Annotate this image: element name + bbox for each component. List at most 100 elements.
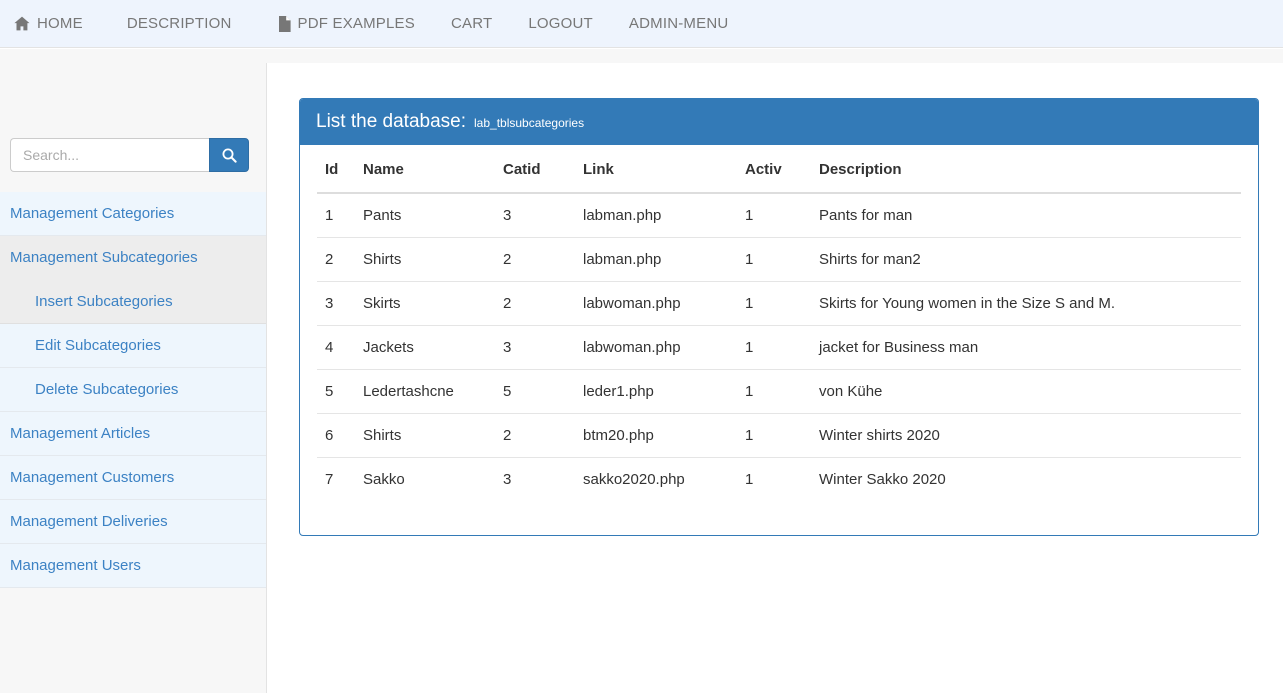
cell-activ: 1 bbox=[745, 207, 754, 224]
cell-link: sakko2020.php bbox=[575, 457, 737, 501]
table-header-row: Id Name Catid Link Activ Description bbox=[317, 145, 1241, 194]
sidebar-item-label: Insert Subcategories bbox=[35, 293, 173, 310]
sidebar-item-management-users[interactable]: Management Users bbox=[0, 544, 266, 588]
nav-item-admin-menu-label: ADMIN-MENU bbox=[628, 14, 729, 32]
cell-id: 4 bbox=[317, 325, 355, 370]
cell-link: btm20.php bbox=[575, 413, 737, 458]
cell-link: labman.php bbox=[575, 237, 737, 282]
sidebar-item-label: Edit Subcategories bbox=[35, 337, 161, 354]
cell-link: labwoman.php bbox=[575, 325, 737, 370]
cell-link: labman.php bbox=[583, 207, 662, 224]
sidebar-item-label: Management Customers bbox=[10, 469, 175, 486]
search-group bbox=[10, 138, 256, 172]
search-input[interactable] bbox=[10, 138, 209, 172]
sidebar-item-management-subcategories[interactable]: Management Subcategories bbox=[0, 236, 266, 280]
header-divider-band bbox=[0, 49, 1283, 63]
cell-id: 6 bbox=[317, 413, 355, 458]
cell-catid: 3 bbox=[495, 325, 575, 370]
cell-description: Shirts for man2 bbox=[811, 237, 1241, 282]
home-icon bbox=[14, 16, 30, 31]
cell-description: Winter Sakko 2020 bbox=[811, 457, 1241, 501]
search-icon bbox=[222, 148, 237, 163]
sidebar: Management Categories Management Subcate… bbox=[0, 63, 267, 693]
sidebar-item-label: Delete Subcategories bbox=[35, 381, 179, 398]
table-row: 4 Jackets 3 labwoman.php 1 jacket for Bu… bbox=[317, 325, 1241, 370]
nav-item-logout[interactable]: LOGOUT bbox=[516, 0, 605, 48]
column-header-description: Description bbox=[811, 145, 1241, 194]
cell-activ: 1 bbox=[737, 369, 811, 414]
table-row: 1 Pants 3 labman.php 1 Pants for man bbox=[317, 193, 1241, 238]
cell-description: Winter shirts 2020 bbox=[811, 413, 1241, 458]
cell-id: 2 bbox=[317, 237, 355, 282]
cell-activ: 1 bbox=[737, 325, 811, 370]
cell-id: 7 bbox=[317, 457, 355, 501]
table-body: 1 Pants 3 labman.php 1 Pants for man 2 S… bbox=[317, 193, 1241, 501]
column-header-link: Link bbox=[575, 145, 737, 194]
cell-description: jacket for Business man bbox=[811, 325, 1241, 370]
cell-name: Jackets bbox=[355, 325, 495, 370]
cell-name: Shirts bbox=[355, 237, 495, 282]
sidebar-item-label: Management Articles bbox=[10, 425, 151, 442]
cell-catid: 2 bbox=[495, 413, 575, 458]
sidebar-item-label: Management Deliveries bbox=[10, 513, 168, 530]
table-header: Id Name Catid Link Activ Description bbox=[317, 145, 1241, 194]
cell-name: Ledertashcne bbox=[355, 369, 495, 414]
sidebar-item-management-customers[interactable]: Management Customers bbox=[0, 456, 266, 500]
sidebar-item-label: Management Users bbox=[10, 557, 141, 574]
cell-catid: 2 bbox=[495, 237, 575, 282]
nav-item-cart[interactable]: CART bbox=[439, 0, 504, 48]
sidebar-item-delete-subcategories[interactable]: Delete Subcategories bbox=[0, 368, 266, 412]
cell-activ: 1 bbox=[737, 281, 811, 326]
search-button[interactable] bbox=[209, 138, 249, 172]
cell-catid: 3 bbox=[495, 457, 575, 501]
nav-item-description-label: DESCRIPTION bbox=[126, 14, 232, 32]
cell-activ: 1 bbox=[737, 413, 811, 458]
table-row: 6 Shirts 2 btm20.php 1 Winter shirts 202… bbox=[317, 413, 1241, 458]
cell-catid: 3 bbox=[503, 207, 512, 224]
cell-name: Sakko bbox=[355, 457, 495, 501]
cell-name: Pants bbox=[363, 207, 402, 224]
cell-activ: 1 bbox=[737, 237, 811, 282]
nav-item-admin-menu[interactable]: ADMIN-MENU bbox=[617, 0, 741, 48]
cell-description: Skirts for Young women in the Size S and… bbox=[811, 281, 1241, 326]
panel-body: Id Name Catid Link Activ Description 1 P… bbox=[300, 145, 1258, 535]
sidebar-item-insert-subcategories[interactable]: Insert Subcategories bbox=[0, 280, 266, 324]
nav-item-pdf-examples[interactable]: PDF EXAMPLES bbox=[266, 0, 427, 48]
top-navbar: HOME DESCRIPTION PDF EXAMPLES CART LOGOU… bbox=[0, 0, 1283, 48]
panel-table-name: lab_tblsubcategories bbox=[474, 116, 585, 130]
sidebar-item-label: Management Subcategories bbox=[10, 249, 198, 266]
table-row: 2 Shirts 2 labman.php 1 Shirts for man2 bbox=[317, 237, 1241, 282]
cell-activ: 1 bbox=[737, 457, 811, 501]
nav-item-logout-label: LOGOUT bbox=[528, 14, 593, 32]
cell-link: leder1.php bbox=[575, 369, 737, 414]
panel-title: List the database: bbox=[316, 111, 466, 132]
sidebar-item-edit-subcategories[interactable]: Edit Subcategories bbox=[0, 324, 266, 368]
column-header-catid: Catid bbox=[495, 145, 575, 194]
subcategories-table: Id Name Catid Link Activ Description 1 P… bbox=[317, 145, 1241, 501]
nav-item-home-label: HOME bbox=[37, 14, 83, 32]
table-row: 3 Skirts 2 labwoman.php 1 Skirts for You… bbox=[317, 281, 1241, 326]
sidebar-item-management-articles[interactable]: Management Articles bbox=[0, 412, 266, 456]
sidebar-item-label: Management Categories bbox=[10, 205, 175, 222]
table-row: 5 Ledertashcne 5 leder1.php 1 von Kühe bbox=[317, 369, 1241, 414]
table-row: 7 Sakko 3 sakko2020.php 1 Winter Sakko 2… bbox=[317, 457, 1241, 501]
column-header-activ: Activ bbox=[737, 145, 811, 194]
cell-name: Shirts bbox=[355, 413, 495, 458]
cell-id: 3 bbox=[317, 281, 355, 326]
cell-catid: 2 bbox=[495, 281, 575, 326]
cell-catid: 5 bbox=[495, 369, 575, 414]
sidebar-item-management-categories[interactable]: Management Categories bbox=[0, 192, 266, 236]
nav-item-home[interactable]: HOME bbox=[2, 0, 95, 48]
cell-description: Pants for man bbox=[819, 207, 913, 224]
cell-description: von Kühe bbox=[811, 369, 1241, 414]
file-icon bbox=[278, 15, 291, 32]
column-header-name: Name bbox=[355, 145, 495, 194]
cell-link: labwoman.php bbox=[575, 281, 737, 326]
sidebar-nav-list: Management Categories Management Subcate… bbox=[0, 192, 266, 588]
sidebar-item-management-deliveries[interactable]: Management Deliveries bbox=[0, 500, 266, 544]
cell-id: 1 bbox=[325, 207, 334, 224]
database-list-panel: List the database: lab_tblsubcategories … bbox=[299, 98, 1259, 536]
nav-item-description[interactable]: DESCRIPTION bbox=[115, 0, 244, 48]
cell-id: 5 bbox=[317, 369, 355, 414]
cell-name: Skirts bbox=[355, 281, 495, 326]
